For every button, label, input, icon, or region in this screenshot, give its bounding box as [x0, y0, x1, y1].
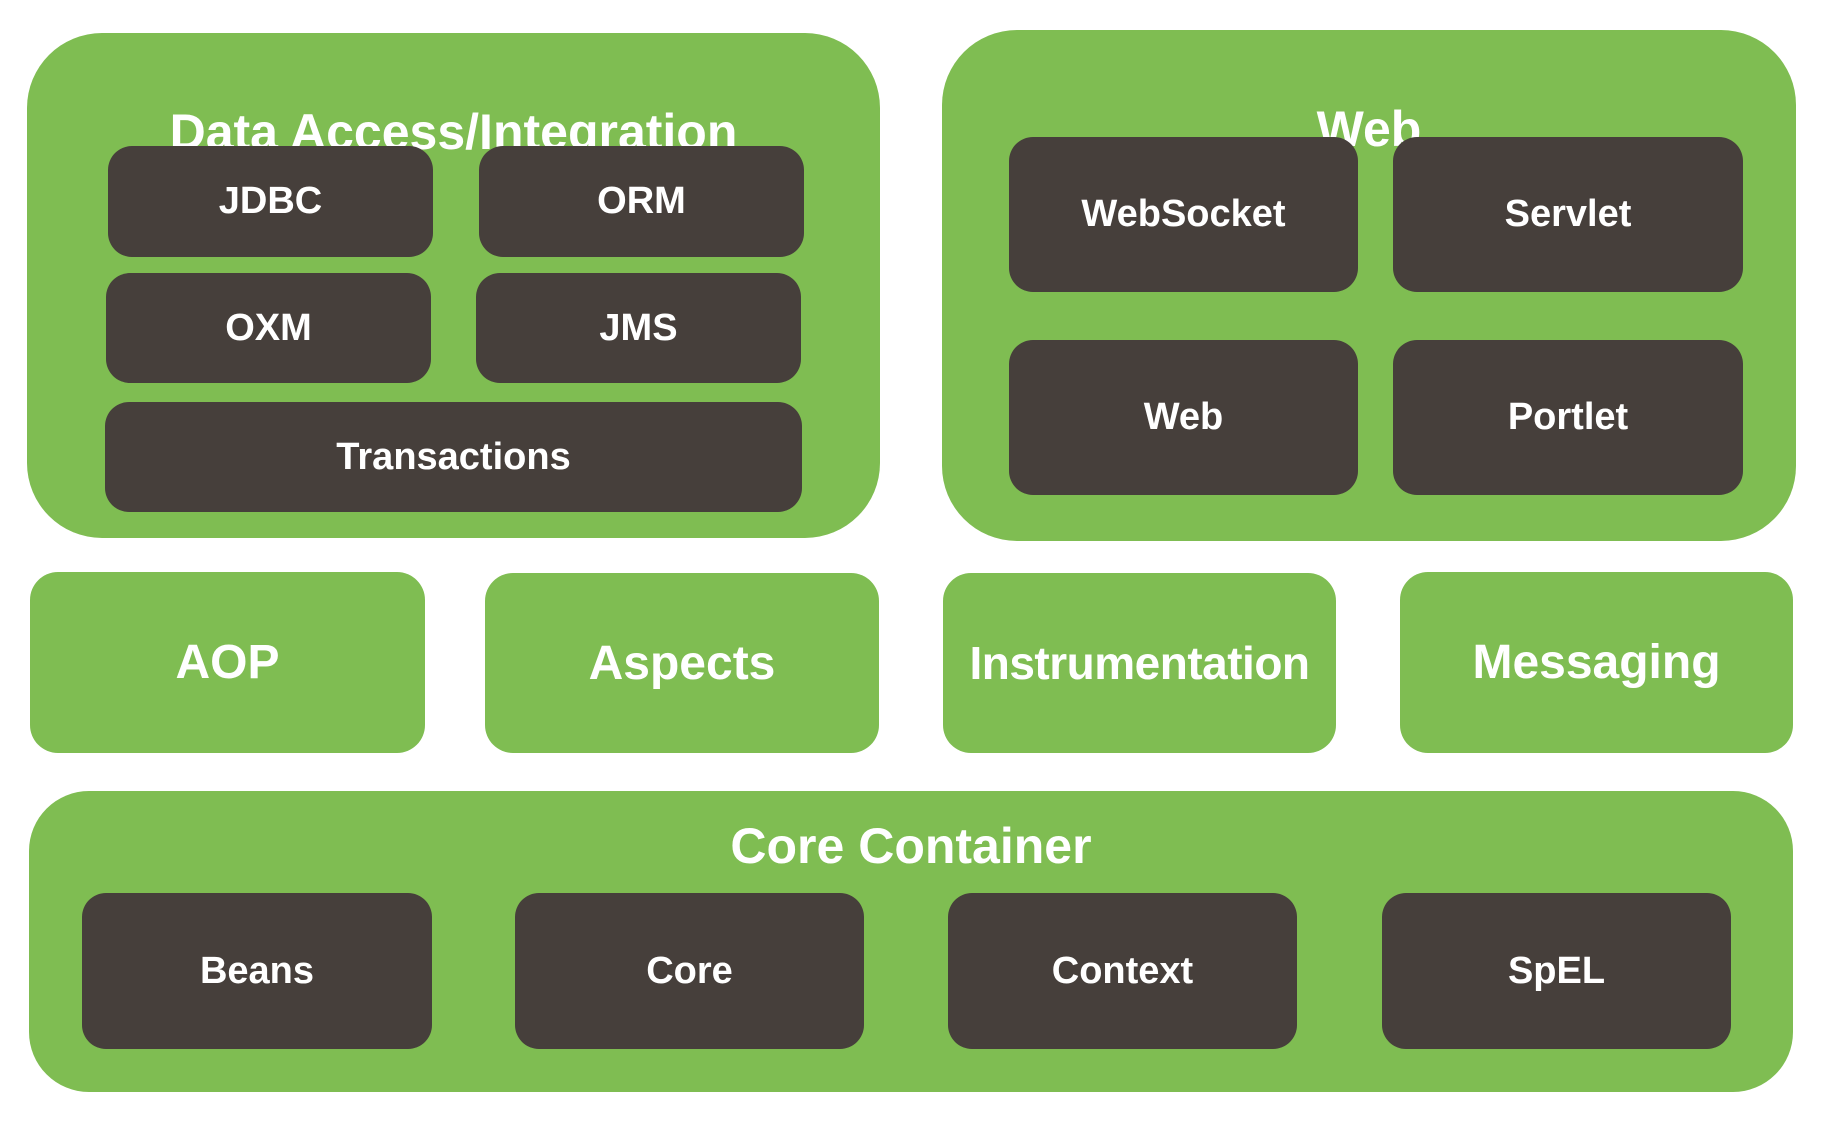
module-spel: SpEL [1382, 893, 1731, 1049]
module-websocket: WebSocket [1009, 137, 1358, 292]
core-container-title: Core Container [730, 818, 1092, 874]
module-jms: JMS [476, 273, 801, 383]
module-oxm: OXM [106, 273, 431, 383]
module-messaging: Messaging [1400, 572, 1793, 753]
module-orm: ORM [479, 146, 804, 257]
module-instrumentation: Instrumentation [943, 573, 1336, 753]
module-web: Web [1009, 340, 1358, 495]
module-beans: Beans [82, 893, 432, 1049]
module-core: Core [515, 893, 864, 1049]
module-servlet: Servlet [1393, 137, 1743, 292]
module-aop: AOP [30, 572, 425, 753]
module-transactions: Transactions [105, 402, 802, 512]
module-portlet: Portlet [1393, 340, 1743, 495]
module-jdbc: JDBC [108, 146, 433, 257]
module-aspects: Aspects [485, 573, 879, 753]
module-context: Context [948, 893, 1297, 1049]
